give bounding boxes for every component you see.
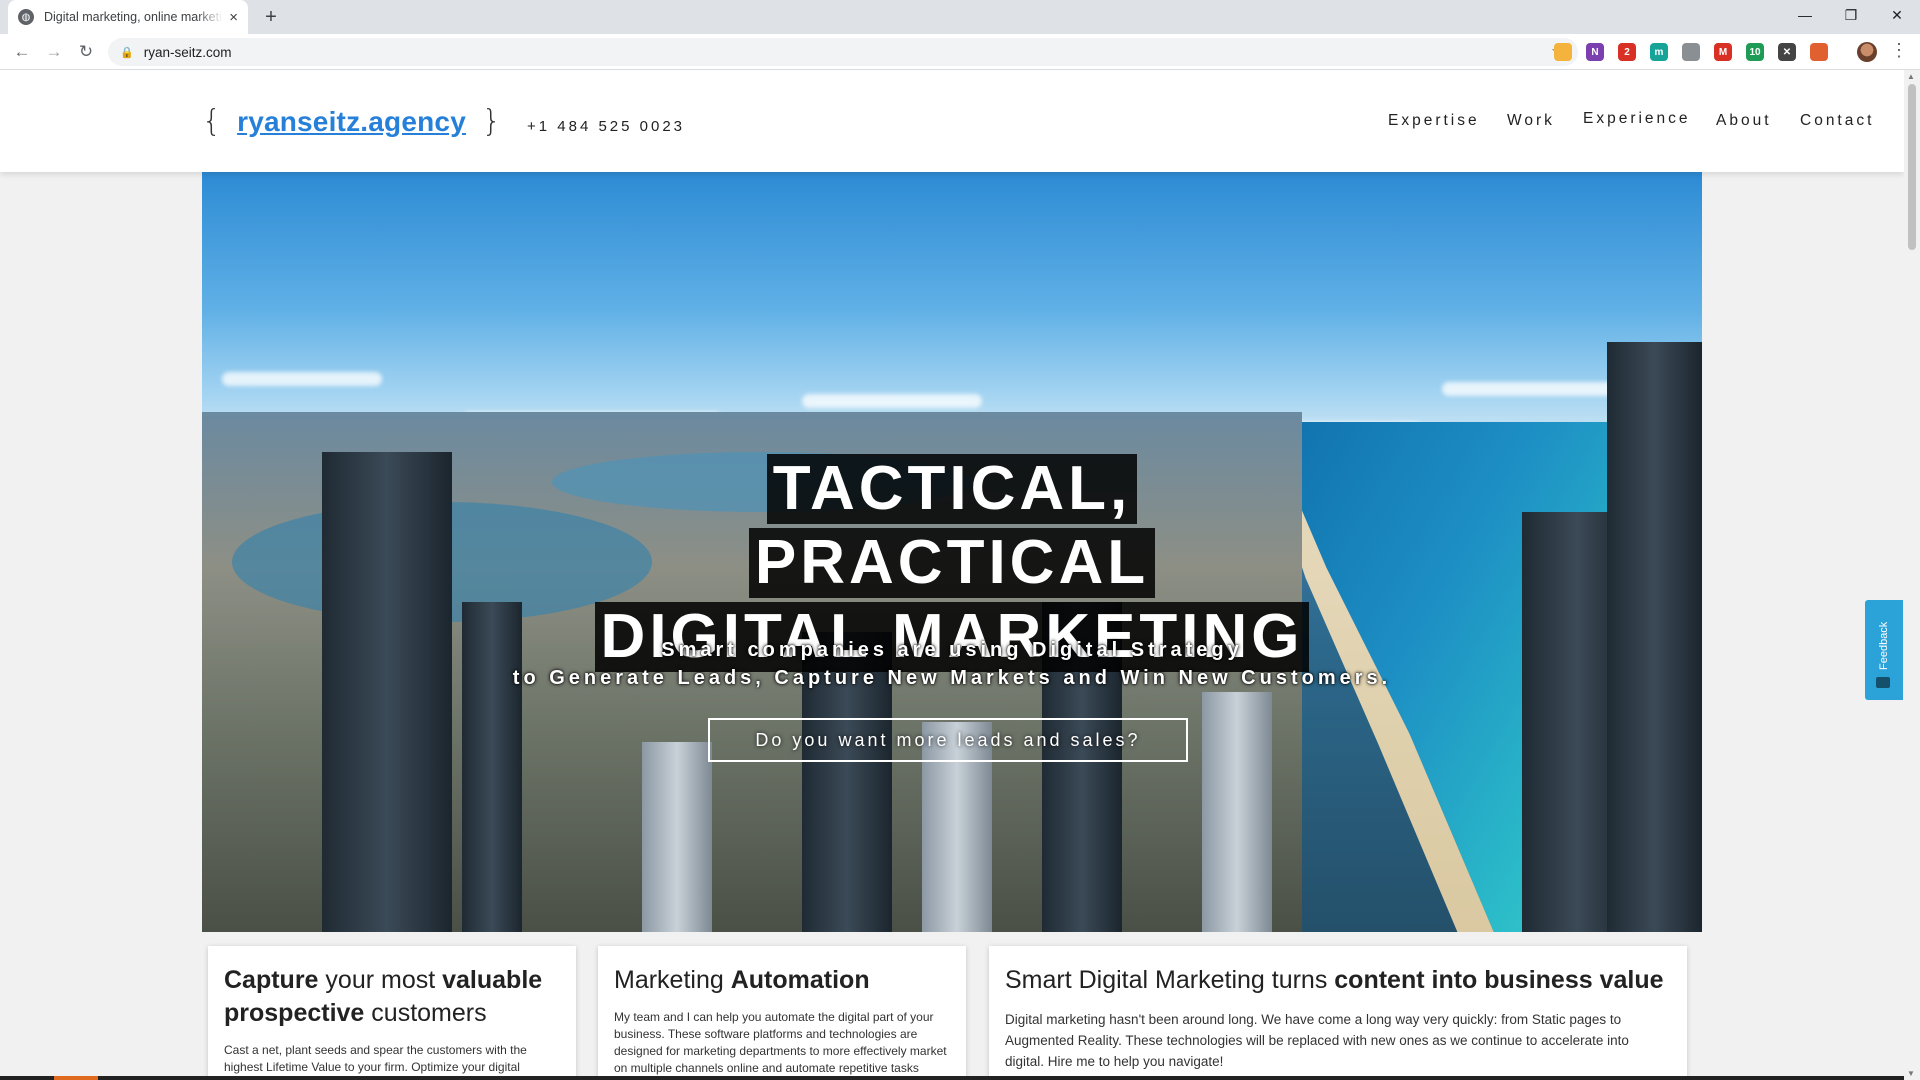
hero-banner: TACTICAL, PRACTICAL DIGITAL MARKETING Sm… xyxy=(202,172,1702,932)
subheadline-line-2: to Generate Leads, Capture New Markets a… xyxy=(512,667,1392,689)
nav-expertise[interactable]: Expertise xyxy=(1388,112,1480,130)
nav-contact[interactable]: Contact xyxy=(1800,112,1874,130)
logo-brace-open: { xyxy=(202,104,222,139)
feedback-tab[interactable]: Feedback xyxy=(1865,600,1903,700)
cta-button[interactable]: Do you want more leads and sales? xyxy=(708,718,1188,762)
restore-button[interactable]: ❐ xyxy=(1828,0,1874,30)
card-title: Smart Digital Marketing turns content in… xyxy=(1005,966,1664,994)
nav-about[interactable]: About xyxy=(1716,112,1772,130)
extension-4-icon[interactable]: m xyxy=(1650,43,1668,61)
page-scrollbar[interactable]: ▲ ▼ xyxy=(1904,70,1920,1080)
lock-icon: 🔒 xyxy=(120,46,134,59)
back-button[interactable]: ← xyxy=(10,40,34,64)
headline-line-2: PRACTICAL xyxy=(748,528,1156,598)
menu-kebab-icon[interactable]: ⋮ xyxy=(1890,40,1908,61)
site-logo: { ryanseitz.agency } xyxy=(202,104,501,139)
feedback-label: Feedback xyxy=(1878,621,1890,671)
card-title: Capture your most valuable prospective c… xyxy=(224,966,543,1027)
card-marketing-automation: Marketing Automation My team and I can h… xyxy=(598,946,966,1080)
browser-toolbar: ← → ↻ 🔒 ryan-seitz.com ☆ N2m M 10 ✕ ⋮ xyxy=(0,34,1920,70)
nav-work[interactable]: Work xyxy=(1507,112,1555,130)
extension-7-icon[interactable]: 10 xyxy=(1746,43,1764,61)
address-bar[interactable]: 🔒 ryan-seitz.com ☆ xyxy=(108,38,1578,66)
card-body: Digital marketing hasn't been around lon… xyxy=(1005,1012,1629,1069)
taskbar-edge xyxy=(0,1076,1904,1080)
reload-button[interactable]: ↻ xyxy=(74,40,98,64)
scrollbar-thumb[interactable] xyxy=(1908,84,1916,250)
tab-strip: ◍ Digital marketing, online marketing × … xyxy=(0,0,1920,34)
extension-5-icon[interactable] xyxy=(1682,43,1700,61)
phone-number[interactable]: +1 484 525 0023 xyxy=(527,118,685,135)
card-capture-customers: Capture your most valuable prospective c… xyxy=(208,946,576,1080)
headline-line-1: TACTICAL, xyxy=(766,454,1138,524)
extension-8-icon[interactable]: ✕ xyxy=(1778,43,1796,61)
card-body: My team and I can help you automate the … xyxy=(614,1010,947,1075)
profile-avatar[interactable] xyxy=(1857,42,1877,62)
url-text[interactable]: ryan-seitz.com xyxy=(144,45,1551,60)
extension-9-icon[interactable] xyxy=(1810,43,1828,61)
logo-brace-close: } xyxy=(481,104,502,139)
browser-tab[interactable]: ◍ Digital marketing, online marketing × xyxy=(8,0,248,34)
subheadline-line-1: Smart companies are using Digital Strate… xyxy=(661,639,1243,661)
chat-icon xyxy=(1876,677,1890,688)
scroll-up-arrow-icon[interactable]: ▲ xyxy=(1907,72,1915,81)
forward-button[interactable]: → xyxy=(42,40,66,64)
site-header: { ryanseitz.agency } +1 484 525 0023 Exp… xyxy=(0,70,1904,172)
page-viewport: { ryanseitz.agency } +1 484 525 0023 Exp… xyxy=(0,70,1904,1080)
new-tab-button[interactable]: + xyxy=(258,4,284,30)
tab-title: Digital marketing, online marketing xyxy=(44,10,224,24)
extension-3-icon[interactable]: 2 xyxy=(1618,43,1636,61)
hero-subheadline: Smart companies are using Digital Strate… xyxy=(202,636,1702,692)
scroll-down-arrow-icon[interactable]: ▼ xyxy=(1907,1069,1915,1078)
card-smart-digital-marketing: Smart Digital Marketing turns content in… xyxy=(989,946,1687,1080)
onenote-icon[interactable]: N xyxy=(1586,43,1604,61)
logo-link[interactable]: ryanseitz.agency xyxy=(237,106,466,138)
minimize-button[interactable]: — xyxy=(1782,0,1828,30)
gmail-icon[interactable]: M xyxy=(1714,43,1732,61)
extension-1-icon[interactable] xyxy=(1554,43,1572,61)
card-body: Cast a net, plant seeds and spear the cu… xyxy=(224,1043,527,1080)
nav-experience[interactable]: Experience xyxy=(1583,110,1691,128)
card-title: Marketing Automation xyxy=(614,966,870,994)
globe-icon: ◍ xyxy=(18,9,34,25)
tab-close-icon[interactable]: × xyxy=(229,9,238,26)
close-window-button[interactable]: ✕ xyxy=(1874,0,1920,30)
